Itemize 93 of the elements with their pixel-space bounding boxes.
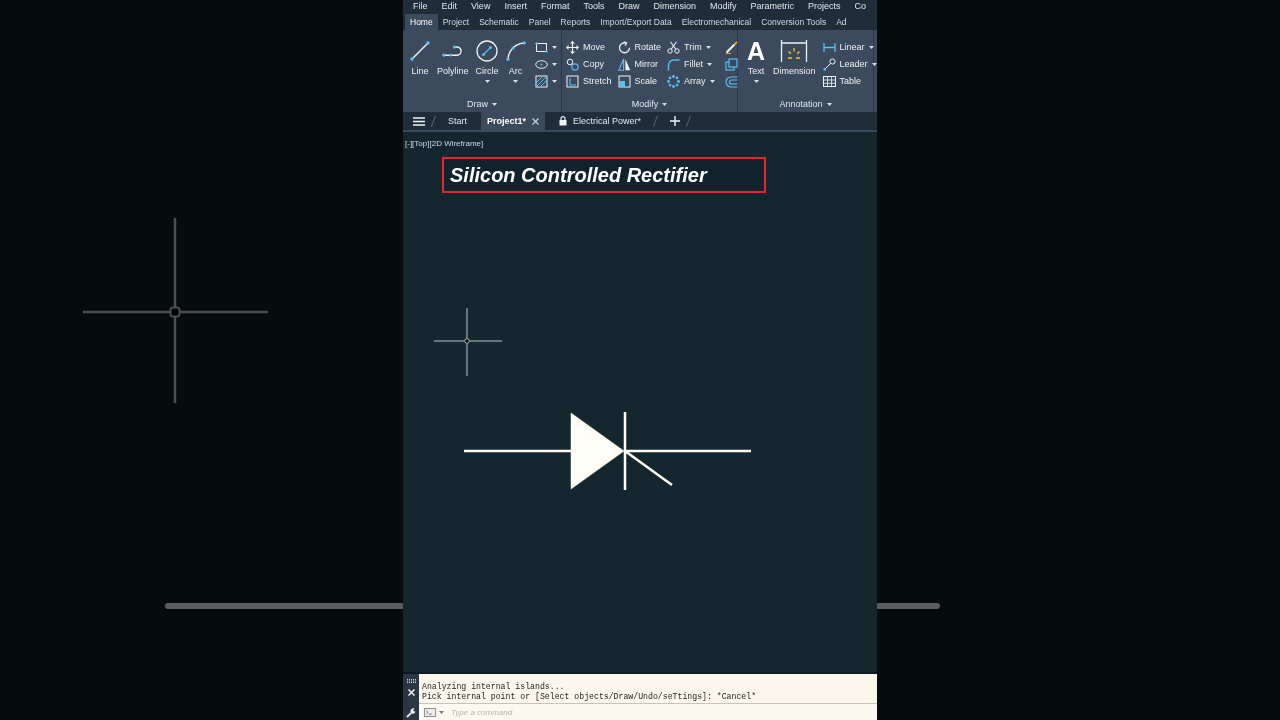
caret-icon xyxy=(826,102,832,106)
ribbon-tab[interactable]: Schematic xyxy=(474,14,524,30)
panel-title[interactable]: Modify xyxy=(631,98,659,110)
scissors-icon xyxy=(667,41,681,54)
nested-arcs-icon xyxy=(724,75,738,88)
ribbon-tab[interactable]: Project xyxy=(437,14,475,30)
array-icon xyxy=(667,75,681,88)
ribbon-tool-button[interactable]: Arc xyxy=(504,40,527,96)
ribbon-icon-button[interactable] xyxy=(724,39,738,56)
ribbon-tool-button[interactable]: Dimension xyxy=(772,40,817,96)
ribbon-tool-button[interactable]: Trim xyxy=(667,39,715,56)
caret-icon xyxy=(492,102,497,106)
viewport-control[interactable]: [Top] xyxy=(412,138,430,149)
ribbon-tool-button[interactable]: Leader xyxy=(822,56,877,73)
line-icon xyxy=(410,41,430,61)
ribbon-tool-button[interactable]: Line xyxy=(409,40,431,96)
ribbon-tab[interactable]: Conversion Tools xyxy=(756,14,832,30)
command-input[interactable]: Type a command xyxy=(451,705,877,719)
ribbon-tool-button[interactable]: Linear xyxy=(822,39,877,56)
grip-icon[interactable] xyxy=(406,679,416,683)
command-history-line: Pick internal point or [Select objects/Draw/Undo/seTtings]: *Cancel* xyxy=(422,692,758,702)
ribbon-tool-button[interactable]: Move xyxy=(566,39,612,56)
mirror-icon xyxy=(617,58,631,71)
circle-icon xyxy=(476,40,499,62)
viewport-control[interactable]: [-] xyxy=(405,138,413,149)
menu-item[interactable]: Projects xyxy=(808,0,841,12)
menu-item[interactable]: View xyxy=(471,0,491,12)
close-icon[interactable] xyxy=(532,117,540,125)
pencil-icon xyxy=(724,41,738,54)
title-banner: Silicon Controlled Rectifier xyxy=(442,157,766,193)
ribbon-icon-button[interactable] xyxy=(724,73,738,90)
rotate-icon xyxy=(617,41,631,54)
polyline-icon xyxy=(441,45,464,57)
command-input-field[interactable]: Type a command xyxy=(419,703,877,720)
table-icon xyxy=(822,76,836,87)
copy-icon xyxy=(566,58,579,71)
arc-icon xyxy=(505,41,526,61)
panel-title[interactable]: Draw xyxy=(467,98,488,110)
linear-dimension-icon xyxy=(822,42,836,53)
move-icon xyxy=(566,41,579,54)
menu-item[interactable]: File xyxy=(413,0,428,12)
ribbon-tool-button[interactable]: Rotate xyxy=(617,39,662,56)
command-history-line: Analyzing internal islands... xyxy=(422,682,566,692)
ribbon-icon-button[interactable] xyxy=(534,39,557,56)
menu-item[interactable]: Tools xyxy=(583,0,605,12)
panel-title[interactable]: Annotation xyxy=(779,98,823,110)
rectangle-icon xyxy=(534,42,548,53)
caret-icon xyxy=(439,710,444,714)
caret-icon xyxy=(662,102,668,106)
ribbon-tool-button[interactable]: Copy xyxy=(566,56,612,73)
menu-item[interactable]: Modify xyxy=(710,0,737,12)
menu-item[interactable]: Parametric xyxy=(750,0,794,12)
fillet-icon xyxy=(667,58,681,71)
hatch-icon xyxy=(534,75,548,88)
menu-item[interactable]: Format xyxy=(540,0,570,12)
menu-item[interactable]: Co xyxy=(854,0,867,12)
ribbon-tool-button[interactable]: A Text xyxy=(746,40,767,96)
ribbon-tab[interactable]: Panel xyxy=(523,14,556,30)
stacked-squares-icon xyxy=(724,58,738,71)
ribbon-icon-button[interactable] xyxy=(724,56,738,73)
stretch-icon xyxy=(566,75,579,88)
file-tab[interactable]: Start xyxy=(442,112,473,130)
text-icon: A xyxy=(747,40,766,62)
ribbon-tab[interactable]: Import/Export Data xyxy=(595,14,677,30)
menu-item[interactable]: Dimension xyxy=(653,0,696,12)
ribbon-tool-button[interactable]: Table xyxy=(822,73,877,90)
dimension-icon xyxy=(780,39,809,63)
menu-icon[interactable] xyxy=(413,116,425,126)
ribbon-tool-button[interactable]: Circle xyxy=(474,40,500,96)
file-tab[interactable]: Project1* xyxy=(481,112,546,130)
viewport-control[interactable]: [2D Wireframe] xyxy=(429,138,484,149)
ribbon-tab[interactable]: Reports xyxy=(555,14,596,30)
ribbon-tab[interactable]: Electromechanical xyxy=(676,14,757,30)
blurred-bar-drawing xyxy=(877,603,940,609)
ribbon-tool-button[interactable]: Fillet xyxy=(667,56,715,73)
ribbon-tool-button[interactable]: Array xyxy=(667,73,715,90)
menu-item[interactable]: Edit xyxy=(441,0,458,12)
scale-icon xyxy=(617,75,631,88)
ribbon-tab[interactable]: Home xyxy=(405,14,438,30)
ribbon-tool-button[interactable]: Scale xyxy=(617,73,662,90)
ellipse-icon xyxy=(534,60,548,69)
menu-item[interactable]: Insert xyxy=(504,0,527,12)
wrench-icon[interactable] xyxy=(406,708,416,718)
leader-icon xyxy=(822,58,836,71)
menu-item[interactable]: Draw xyxy=(618,0,640,12)
file-tab[interactable]: Electrical Power* xyxy=(553,112,648,130)
crosshair-cursor-icon xyxy=(433,307,503,377)
ribbon-tool-button[interactable]: Mirror xyxy=(617,56,662,73)
ribbon-tab[interactable]: Ad xyxy=(831,14,852,30)
plus-icon[interactable] xyxy=(670,116,681,126)
ribbon-tool-button[interactable]: Stretch xyxy=(566,73,612,90)
ribbon-tool-button[interactable]: Polyline xyxy=(436,40,470,96)
terminal-icon xyxy=(424,707,436,717)
